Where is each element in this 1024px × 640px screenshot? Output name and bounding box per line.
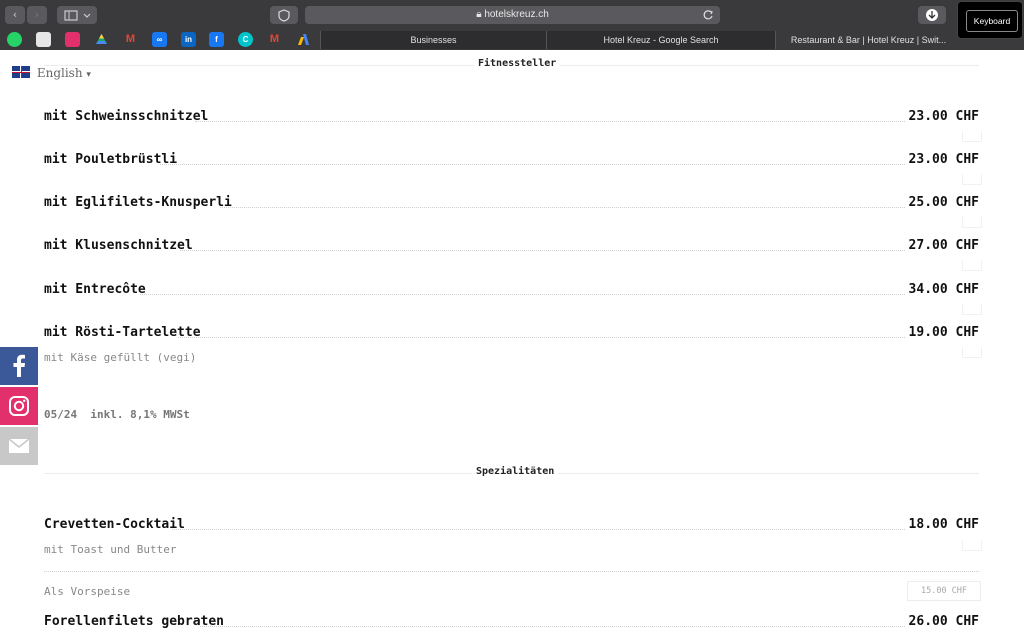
dot-leader xyxy=(172,529,905,530)
browser-toolbar: ‹ › 🔒︎ hotelskreuz.ch xyxy=(0,0,1024,30)
drive-icon[interactable] xyxy=(94,32,109,47)
chevron-down-icon: ▾ xyxy=(86,70,91,80)
instagram-icon xyxy=(9,396,29,416)
uk-flag-icon xyxy=(12,66,30,78)
dot-leader xyxy=(44,571,979,572)
canva-icon[interactable]: C xyxy=(238,32,253,47)
downloads-button[interactable] xyxy=(918,6,946,24)
quantity-box[interactable] xyxy=(962,304,982,315)
tab-restaurant[interactable]: Restaurant & Bar | Hotel Kreuz | Swit... xyxy=(775,31,961,49)
dot-leader xyxy=(178,337,905,338)
reload-icon[interactable] xyxy=(702,9,714,21)
instagram-icon[interactable] xyxy=(65,32,80,47)
ads-icon[interactable] xyxy=(296,32,311,47)
quantity-box[interactable] xyxy=(962,540,982,551)
language-label: English xyxy=(36,66,83,80)
tab-google-search[interactable]: Hotel Kreuz - Google Search xyxy=(546,31,775,49)
url-text: hotelskreuz.ch xyxy=(484,9,549,20)
dot-leader xyxy=(220,207,905,208)
variant-price-box[interactable]: 15.00 CHF xyxy=(907,581,981,601)
menu-variant-name: Als Vorspeise xyxy=(44,585,131,598)
menu-item-price: 27.00 CHF xyxy=(908,238,979,253)
meta-icon[interactable]: ∞ xyxy=(152,32,167,47)
menu-item-price: 18.00 CHF xyxy=(908,517,979,532)
menu-item-description: mit Toast und Butter xyxy=(44,543,177,556)
language-selector[interactable]: English ▾ xyxy=(12,66,91,80)
dot-leader xyxy=(200,626,905,627)
menu-item-description: mit Käse gefüllt (vegi) xyxy=(44,351,197,364)
browser-chrome: ‹ › 🔒︎ hotelskreuz.ch M ∞ in f C M Busin… xyxy=(0,0,1024,50)
facebook-share-button[interactable] xyxy=(0,347,38,385)
shield-icon xyxy=(278,9,290,22)
menu-item-price: 19.00 CHF xyxy=(908,325,979,340)
dot-leader xyxy=(195,121,905,122)
mail-share-button[interactable] xyxy=(0,427,38,465)
dot-leader xyxy=(140,294,905,295)
menu-item-name: Crevetten-Cocktail xyxy=(44,517,185,532)
menu-item-name: mit Eglifilets-Knusperli xyxy=(44,195,232,210)
lock-icon: 🔒︎ xyxy=(476,9,482,20)
menu-item-price: 23.00 CHF xyxy=(908,152,979,167)
back-button[interactable]: ‹ xyxy=(5,6,25,24)
keyboard-label: Keyboard xyxy=(966,10,1018,32)
tab-label: Hotel Kreuz - Google Search xyxy=(603,35,719,45)
menu-item-name: mit Pouletbrüstli xyxy=(44,152,178,167)
tab-businesses[interactable]: Businesses xyxy=(320,31,546,49)
tab-label: Businesses xyxy=(410,35,457,45)
quantity-box[interactable] xyxy=(962,131,982,142)
download-icon xyxy=(926,9,938,21)
menu-item-name: mit Entrecôte xyxy=(44,282,146,297)
sidebar-icon xyxy=(64,10,91,21)
keyboard-overlay[interactable]: Keyboard xyxy=(957,1,1023,39)
quantity-box[interactable] xyxy=(962,217,982,228)
section-title: Fitnessteller xyxy=(474,58,561,69)
menu-item-price: 34.00 CHF xyxy=(908,282,979,297)
linkedin-icon[interactable]: in xyxy=(181,32,196,47)
dot-leader xyxy=(180,250,905,251)
dot-leader xyxy=(160,164,905,165)
section-title: Spezialitäten xyxy=(472,466,559,477)
forward-button[interactable]: › xyxy=(27,6,47,24)
menu-item-price: 23.00 CHF xyxy=(908,109,979,124)
facebook-icon xyxy=(13,354,25,377)
gmail-icon[interactable]: M xyxy=(123,32,138,47)
quantity-box[interactable] xyxy=(962,347,982,358)
gmail-icon[interactable]: M xyxy=(267,32,282,47)
facebook-icon[interactable]: f xyxy=(209,32,224,47)
menu-item-price: 26.00 CHF xyxy=(908,614,979,629)
notes-icon[interactable] xyxy=(36,32,51,47)
sidebar-toggle-button[interactable] xyxy=(57,6,97,24)
menu-item-price: 25.00 CHF xyxy=(908,195,979,210)
menu-item-name: Forellenfilets gebraten xyxy=(44,614,225,629)
address-bar[interactable]: 🔒︎ hotelskreuz.ch xyxy=(305,6,720,24)
quantity-box[interactable] xyxy=(962,260,982,271)
vat-note: 05/24 inkl. 8,1% MWSt xyxy=(44,408,190,421)
quantity-box[interactable] xyxy=(962,174,982,185)
menu-item-name: mit Schweinsschnitzel xyxy=(44,109,209,124)
instagram-share-button[interactable] xyxy=(0,387,38,425)
menu-item-name: mit Klusenschnitzel xyxy=(44,238,193,253)
mail-icon xyxy=(8,438,30,453)
tab-label: Restaurant & Bar | Hotel Kreuz | Swit... xyxy=(790,35,947,45)
whatsapp-icon[interactable] xyxy=(7,32,22,47)
privacy-button[interactable] xyxy=(270,6,298,24)
